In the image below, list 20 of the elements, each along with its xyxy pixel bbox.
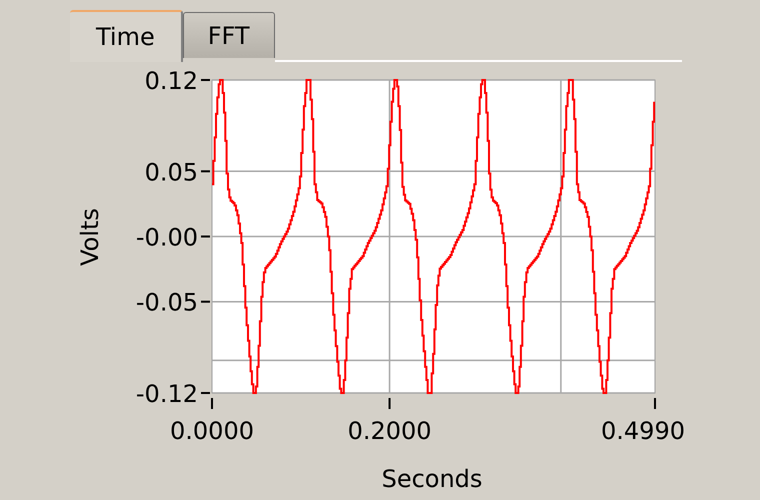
tick-mark <box>201 392 210 394</box>
tick-mark <box>211 398 213 409</box>
x-tick-label: 0.4990 <box>601 417 685 445</box>
tick-mark <box>201 236 210 238</box>
tab[interactable]: FFT <box>182 12 275 58</box>
y-tick-label: 0.05 <box>144 158 198 186</box>
tick-mark <box>201 79 210 81</box>
tick-mark <box>201 300 210 303</box>
y-tick-label: -0.00 <box>136 224 198 252</box>
y-tick-label: 0.12 <box>144 67 198 95</box>
tick-mark <box>201 170 210 172</box>
tick-mark <box>654 398 656 409</box>
tick-mark <box>388 398 391 409</box>
x-axis-title: Seconds <box>382 465 482 493</box>
x-tick-label: 0.0000 <box>170 417 254 445</box>
y-tick-label: -0.12 <box>136 380 198 408</box>
y-tick-label: -0.05 <box>136 288 198 317</box>
y-axis-title: Volts <box>76 208 104 266</box>
tab[interactable]: Time <box>70 10 183 62</box>
x-tick-label: 0.2000 <box>348 417 432 445</box>
